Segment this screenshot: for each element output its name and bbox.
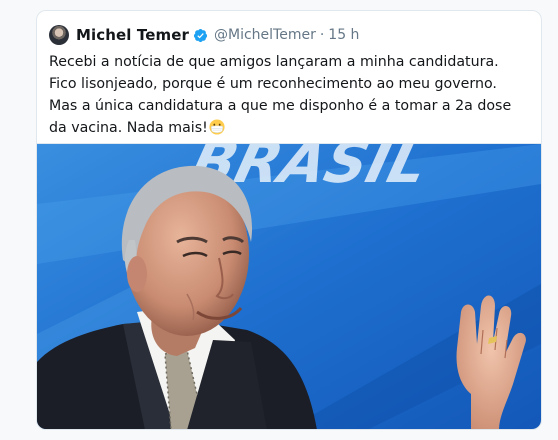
tweet-media-photo[interactable]: BRASIL [37,143,541,429]
tweet-card[interactable]: Michel Temer @MichelTemer · 15 h Recebi … [36,10,542,430]
photo-man-waving: BRASIL [37,144,541,429]
tweet-text: Recebi a notícia de que amigos lançaram … [49,54,512,136]
tweet-text-block: Recebi a notícia de que amigos lançaram … [49,51,527,139]
user-handle[interactable]: @MichelTemer [214,27,316,43]
display-name[interactable]: Michel Temer [76,26,189,44]
tweet-header: Michel Temer @MichelTemer · 15 h [49,23,359,47]
face-with-medical-mask-icon [209,119,225,135]
page: Michel Temer @MichelTemer · 15 h Recebi … [0,0,558,440]
separator-dot: · [319,27,325,43]
timestamp[interactable]: 15 h [328,27,359,43]
verified-badge-icon [193,28,208,42]
avatar[interactable] [49,25,69,45]
